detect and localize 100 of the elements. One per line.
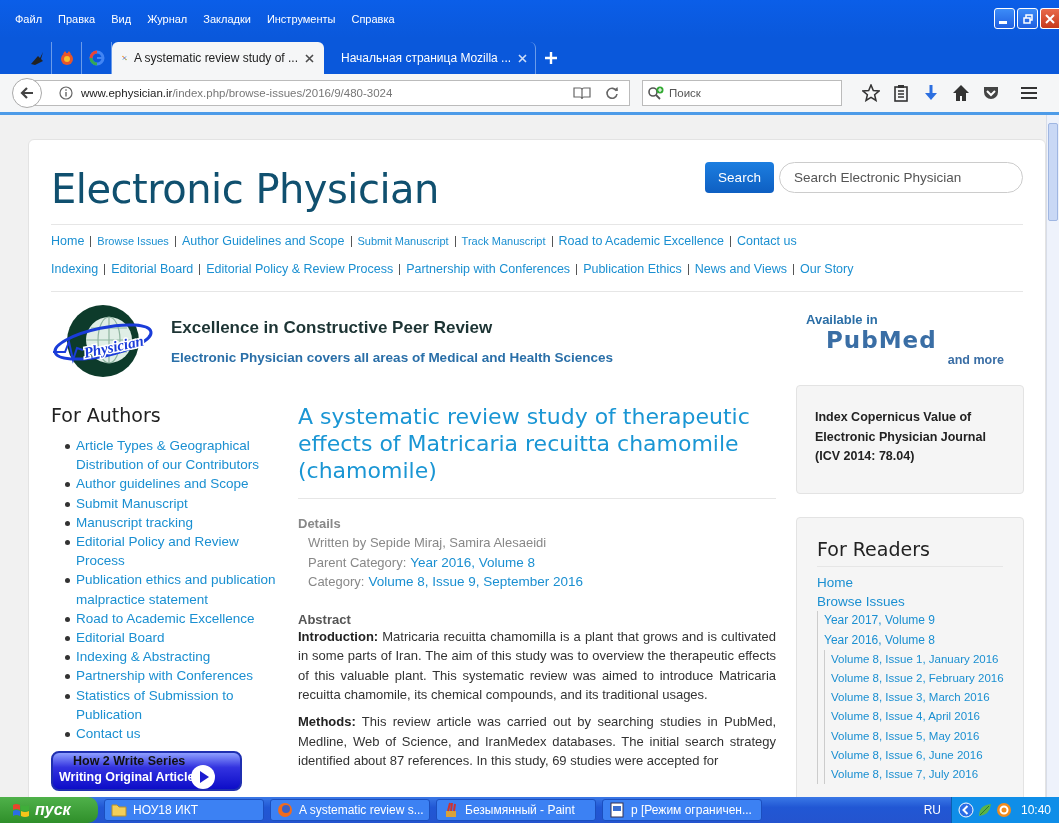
bullet-icon	[65, 520, 70, 526]
tree-link[interactable]: Year 2017, Volume 9	[824, 611, 935, 631]
nav-link[interactable]: Editorial Board	[111, 262, 194, 276]
bullet-icon	[65, 444, 70, 449]
url-text: www.ephysician.ir/index.php/browse-issues/2016/9/480-3024	[81, 87, 394, 99]
taskbar-button[interactable]: A systematic review s...	[270, 799, 430, 821]
nav-link[interactable]: Publication Ethics	[583, 262, 682, 276]
menu-item[interactable]: Файл	[15, 13, 43, 25]
search-button[interactable]: Search	[705, 162, 774, 193]
nav-link[interactable]: Home	[51, 234, 85, 248]
menu-item[interactable]: Инструменты	[266, 13, 336, 25]
nav-link[interactable]: Road to Academic Excellence	[558, 234, 724, 248]
menu-item[interactable]: Журнал	[147, 13, 188, 25]
menu-button[interactable]	[1020, 84, 1038, 102]
nav-link[interactable]: News and Views	[694, 262, 787, 276]
nav-link[interactable]: Browse Issues	[97, 235, 169, 247]
details-label: Details	[298, 515, 342, 533]
start-button[interactable]: пуск	[0, 797, 98, 823]
sidebar-link[interactable]: Submit Manuscript	[76, 493, 188, 513]
sidebar-link[interactable]: Contact us	[76, 724, 141, 744]
tab-title: Начальная страница Mozilla ...	[341, 51, 512, 65]
banner-subheading: Electronic Physician covers all areas of Medical and Health Sciences	[171, 349, 613, 365]
nav-link[interactable]: Track Manuscript	[461, 235, 546, 247]
tree-link[interactable]: Volume 8, Issue 5, May 2016	[831, 726, 980, 746]
tree-link[interactable]: Browse Issues	[817, 592, 905, 612]
sidebar-link[interactable]: Statistics of Submission to Publication	[76, 685, 290, 725]
globe-icon	[277, 802, 293, 818]
menu-icon	[1020, 84, 1038, 102]
banner-heading: Excellence in Constructive Peer Review	[171, 317, 494, 338]
category-link[interactable]: Year 2016, Volume 8	[410, 552, 536, 572]
tab-title: A systematic review study of ...	[133, 51, 298, 65]
sidebar-link[interactable]: Editorial Board	[76, 628, 165, 648]
tree-link[interactable]: Home	[817, 573, 853, 593]
sidebar-link[interactable]: Road to Academic Excellence	[76, 608, 255, 629]
close-icon	[1045, 13, 1055, 24]
download-button[interactable]	[922, 84, 940, 102]
taskbar-button[interactable]: р [Режим ограничен...	[602, 799, 762, 821]
close-button[interactable]	[1040, 8, 1059, 29]
sidebar-link[interactable]: Indexing & Abstracting	[76, 647, 211, 667]
pubmed-caption: Available in	[806, 312, 879, 327]
home-button[interactable]	[952, 84, 970, 102]
browser-tab[interactable]: A systematic review study of ...	[112, 42, 324, 74]
sidebar-link[interactable]: Publication ethics and publication malpractice statement	[76, 570, 290, 609]
tree-link[interactable]: Volume 8, Issue 3, March 2016	[831, 688, 990, 708]
tree-link[interactable]: Volume 8, Issue 2, February 2016	[831, 669, 1004, 689]
abstract-paragraph: Methods: This review article was carried out by searching studies in PubMed, Medline, Web of Science, and IranMedex databases. The initial search strategy identified about 87 references. In this study, 69 studies were accepted for	[298, 713, 776, 770]
bullet-icon	[65, 540, 70, 545]
tree-link[interactable]: Volume 8, Issue 4, April 2016	[831, 707, 980, 727]
author-line: Written by Sepide Miraj, Samira Alesaeidi	[307, 534, 548, 553]
tree-link[interactable]: Volume 8, Issue 1, January 2016	[831, 649, 999, 669]
sidebar-link[interactable]: Article Types & Geographical Distribution of our Contributors	[76, 436, 290, 475]
close-icon	[305, 53, 314, 63]
sidebar-link[interactable]: Editorial Policy and Review Process	[76, 532, 290, 571]
sidebar-link[interactable]: Partnership with Conferences	[76, 666, 254, 686]
sidebar-link[interactable]: Manuscript tracking	[76, 512, 194, 532]
nav-link[interactable]: Editorial Policy & Review Process	[206, 262, 394, 276]
promo-series-title: How 2 Write Series	[72, 754, 187, 769]
close-tab-button[interactable]	[305, 53, 314, 63]
bullet-icon	[65, 482, 70, 488]
category-link[interactable]: Volume 8, Issue 9, September 2016	[368, 571, 583, 592]
bullet-icon	[65, 674, 70, 680]
ring-icon	[995, 802, 1012, 818]
scrollbar[interactable]	[1046, 115, 1059, 797]
nav-link[interactable]: Contact us	[736, 234, 797, 248]
nav-link[interactable]: Submit Manuscript	[357, 235, 449, 247]
menu-item[interactable]: Справка	[351, 13, 395, 25]
sidebar-link[interactable]: Author guidelines and Scope	[76, 474, 249, 494]
tree-link[interactable]: Year 2016, Volume 8	[824, 630, 935, 650]
clipboard-button[interactable]	[892, 84, 910, 102]
language-indicator[interactable]: RU	[923, 803, 941, 817]
abstract-paragraph: Introduction: Matricaria recuitta chamomilla is a plant that grows and is cultivated in some parts of Iran. The aim of this study was to overview the therapeutic effects of this valuable plant. This systematic review was aimed to introduce Matricaria recuitta chamomile, its chemical compounds, and its traditional usages.	[298, 628, 776, 705]
nav-link[interactable]: Our Story	[800, 262, 854, 276]
tree-link[interactable]: Volume 8, Issue 6, June 2016	[831, 745, 983, 766]
restore-button[interactable]	[1017, 8, 1038, 29]
taskbar-button[interactable]: НОУ18 ИКТ	[104, 799, 264, 821]
flag-icon	[12, 802, 30, 818]
taskbar-button[interactable]: Безымянный - Paint	[436, 799, 596, 821]
search-field[interactable]: Search Electronic Physician	[779, 162, 1023, 193]
back-button[interactable]	[12, 78, 42, 108]
star-button[interactable]	[862, 84, 880, 102]
bullet-icon	[65, 616, 70, 622]
leaf-icon	[976, 802, 993, 818]
browser-search-field[interactable]: Поиск	[642, 80, 842, 106]
pocket-button[interactable]	[982, 84, 1000, 102]
nav-link[interactable]: Partnership with Conferences	[406, 262, 571, 276]
menu-item[interactable]: Правка	[58, 13, 96, 25]
pubmed-logo[interactable]: PubMed	[806, 327, 1024, 353]
minimize-button[interactable]	[994, 8, 1015, 29]
menu-item[interactable]: Вид	[111, 13, 132, 25]
menu-item[interactable]: Закладки	[203, 13, 251, 25]
bullet-icon	[65, 636, 70, 642]
nav-link[interactable]: Author Guidelines and Scope	[181, 234, 345, 248]
pubmed-more-link[interactable]: and more	[947, 353, 1004, 367]
nav-link[interactable]: Indexing	[51, 262, 99, 276]
play-icon	[190, 764, 217, 791]
section-title: For Authors	[51, 404, 162, 426]
tree-link[interactable]: Volume 8, Issue 7, July 2016	[831, 765, 979, 785]
bullet-icon	[65, 501, 70, 507]
document-icon	[609, 802, 625, 818]
bullet-icon	[65, 693, 70, 699]
